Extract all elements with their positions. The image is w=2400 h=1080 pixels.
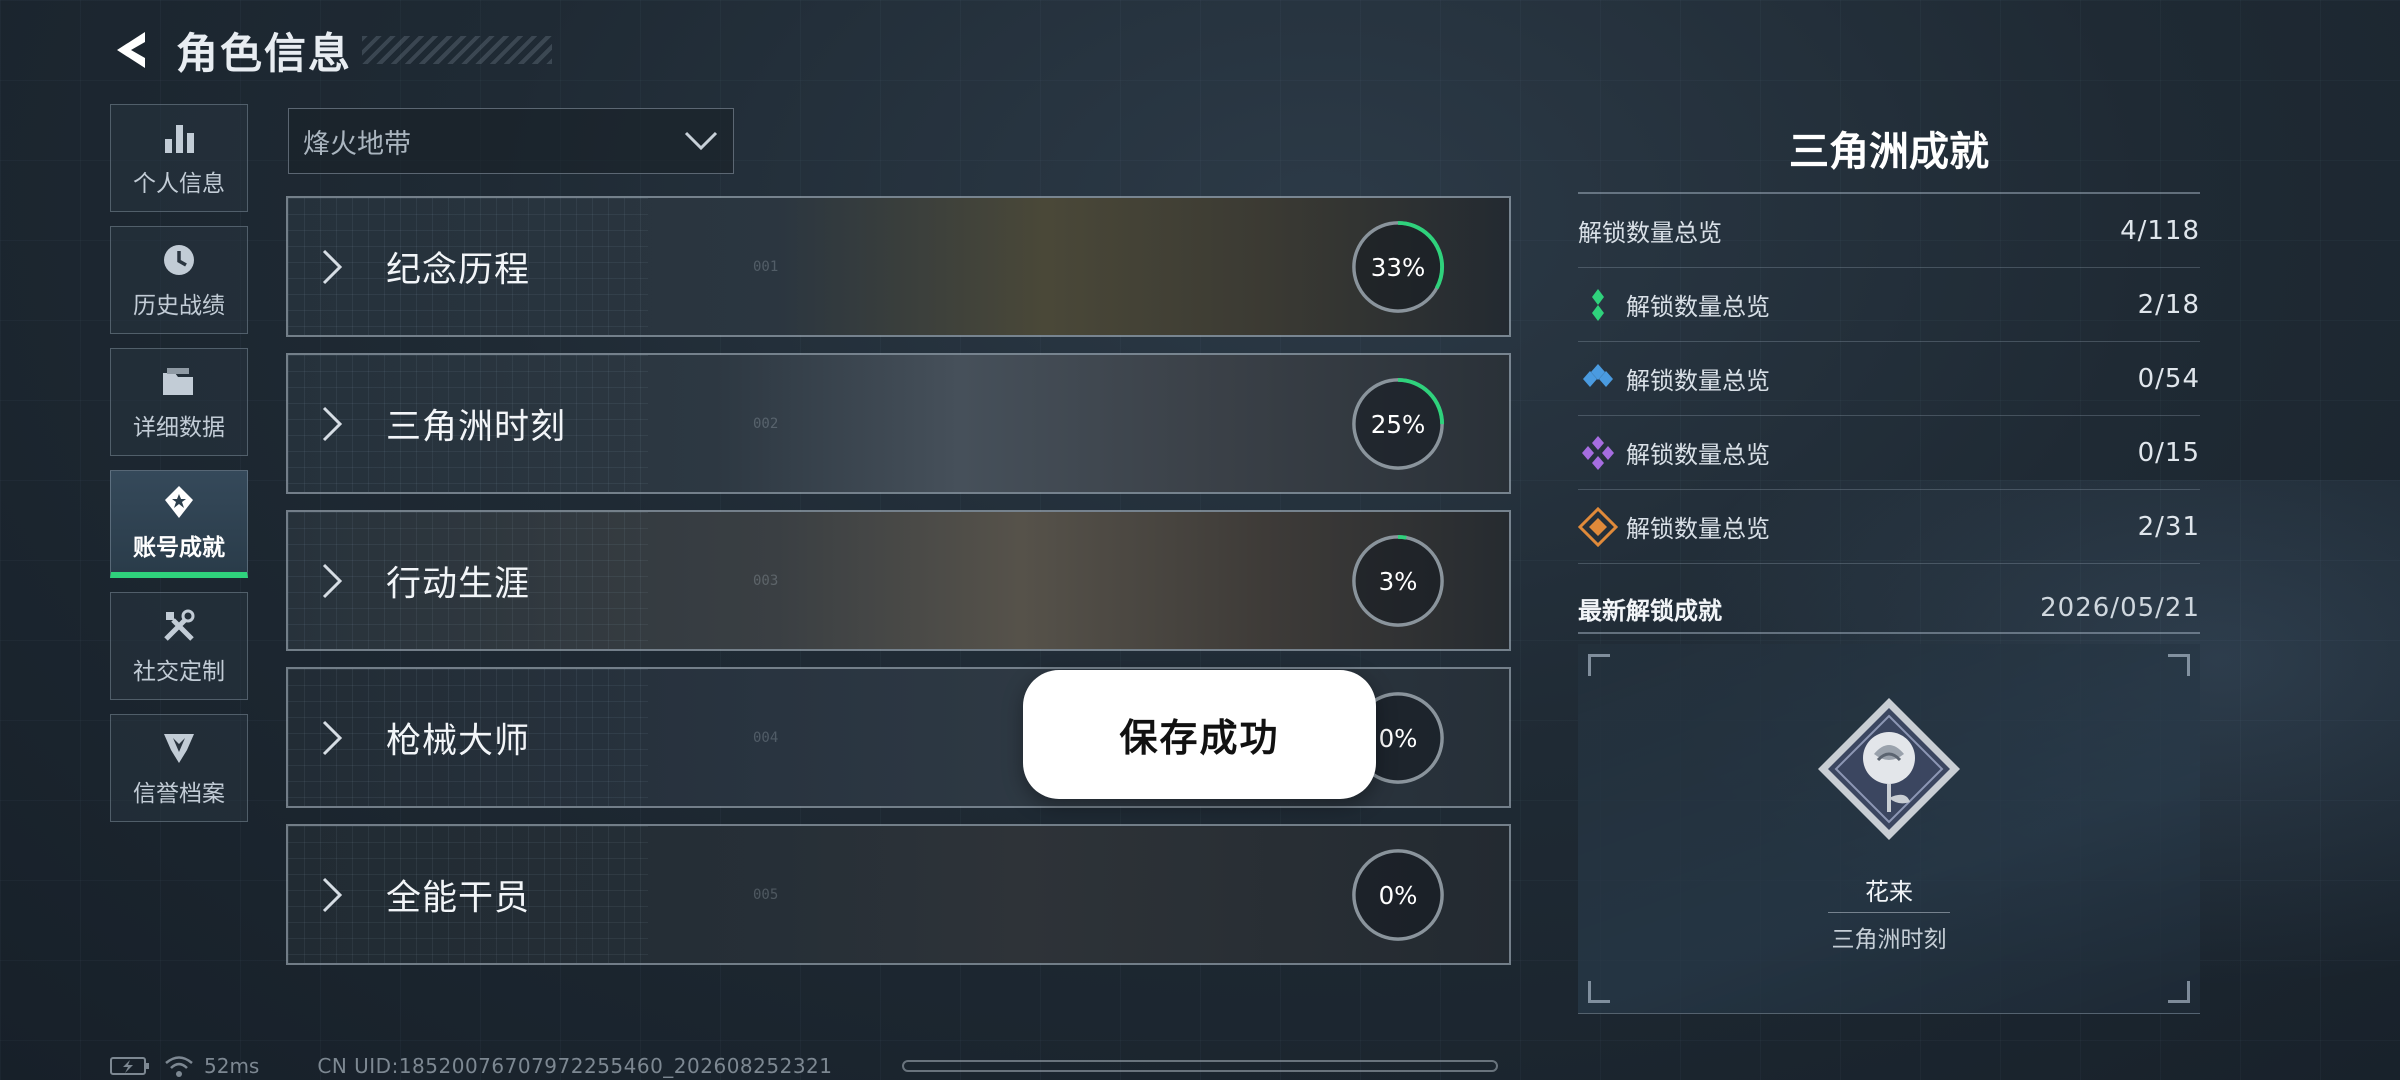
tier-row: 解锁数量总览 0/15 (1578, 416, 2200, 490)
clock-icon (159, 240, 199, 280)
back-button[interactable] (108, 27, 154, 73)
achievement-category: 三角洲时刻 (1831, 927, 1947, 953)
sidebar-item-social[interactable]: 社交定制 (110, 592, 248, 700)
category-number: 001 (753, 258, 779, 275)
ping-text: 52ms (204, 1054, 260, 1078)
category-row[interactable]: 全能干员 005 0% (286, 824, 1511, 965)
toast-text: 保存成功 (1119, 716, 1280, 760)
frame-corner (1588, 654, 1610, 676)
divider (1828, 912, 1950, 913)
sidebar-item-label: 详细数据 (133, 415, 225, 441)
tier-green-icon (1592, 288, 1604, 321)
mode-select[interactable]: 烽火地带 (288, 108, 734, 174)
progress-ring: 25% (1351, 377, 1445, 470)
bar-chart-icon (159, 118, 199, 158)
shield-emblem-icon (159, 728, 199, 768)
chevron-right-icon (322, 877, 343, 912)
sidebar-item-label: 历史战绩 (133, 293, 225, 319)
tier-blue-icon (1583, 363, 1613, 387)
page-title: 角色信息 (176, 28, 353, 78)
category-label: 行动生涯 (386, 564, 531, 604)
category-label: 纪念历程 (386, 250, 531, 290)
frame-corner (2168, 981, 2190, 1003)
category-label: 全能干员 (386, 878, 531, 918)
tier-row: 解锁数量总览 2/18 (1578, 268, 2200, 342)
tier-value: 2/18 (2137, 289, 2200, 320)
tier-value: 0/15 (2137, 437, 2200, 468)
tier-row: 解锁数量总览 2/31 (1578, 490, 2200, 564)
progress-ring: 33% (1351, 220, 1445, 313)
category-number: 002 (753, 415, 779, 432)
category-number: 005 (753, 886, 779, 903)
chevron-right-icon (322, 406, 343, 441)
latest-achievement-card[interactable]: 花来 三角洲时刻 (1578, 644, 2200, 1014)
tier-label: 解锁数量总览 (1626, 367, 1770, 395)
achievement-name: 花来 (1865, 878, 1913, 906)
tier-label: 解锁数量总览 (1626, 293, 1770, 321)
latest-label: 最新解锁成就 (1578, 596, 1722, 625)
tier-label: 解锁数量总览 (1626, 515, 1770, 543)
chevron-right-icon (322, 563, 343, 598)
sidebar: 个人信息 历史战绩 详细数据 账号成就 社交定制 信誉档案 (110, 104, 248, 836)
progress-text: 25% (1371, 409, 1425, 438)
status-bar: 52ms CN UID:1852007670797225546​0_202608… (110, 1052, 833, 1080)
panel-title: 三角洲成就 (1789, 129, 1989, 175)
rose-badge-icon (1818, 698, 1960, 840)
progress-text: 33% (1371, 252, 1425, 281)
back-arrow-icon (117, 32, 145, 68)
sidebar-item-reputation[interactable]: 信誉档案 (110, 714, 248, 822)
battery-charging-icon (110, 1057, 149, 1075)
horizontal-scrollbar[interactable] (902, 1060, 1498, 1072)
summary-row: 解锁数量总览 4/118 (1578, 194, 2200, 268)
uid-text: CN UID:1852007670797225546​0_20260825232… (317, 1054, 833, 1078)
summary-label: 解锁数量总览 (1578, 219, 1722, 247)
frame-corner (2168, 654, 2190, 676)
tier-orange-icon (1578, 506, 1618, 547)
progress-ring: 3% (1351, 534, 1445, 627)
sidebar-item-achievements[interactable]: 账号成就 (110, 470, 248, 578)
latest-date: 2026/05/21 (2040, 593, 2200, 623)
sidebar-item-label: 个人信息 (133, 171, 225, 197)
sidebar-item-history[interactable]: 历史战绩 (110, 226, 248, 334)
sidebar-item-detailed-data[interactable]: 详细数据 (110, 348, 248, 456)
mode-select-value: 烽火地带 (303, 128, 411, 160)
achievement-summary-panel: 三角洲成就 解锁数量总览 4/118 解锁数量总览 2/18 解锁数量总览 0/… (1578, 120, 2200, 1014)
summary-value: 4/118 (2120, 215, 2200, 246)
progress-text: 0% (1379, 880, 1418, 909)
tools-icon (159, 606, 199, 646)
tier-value: 0/54 (2137, 363, 2200, 394)
chevron-right-icon (322, 249, 343, 284)
sidebar-item-label: 社交定制 (133, 659, 225, 685)
divider (1578, 632, 2200, 634)
sidebar-item-personal-info[interactable]: 个人信息 (110, 104, 248, 212)
category-row[interactable]: 三角洲时刻 002 25% (286, 353, 1511, 494)
achievement-badge-icon (159, 482, 199, 522)
category-number: 004 (753, 729, 779, 746)
sidebar-item-label: 账号成就 (133, 534, 225, 561)
chevron-down-icon (684, 131, 718, 151)
category-label: 枪械大师 (386, 721, 531, 761)
category-row[interactable]: 纪念历程 001 33% (286, 196, 1511, 337)
category-label: 三角洲时刻 (386, 407, 567, 447)
save-success-toast: 保存成功 (1023, 670, 1376, 799)
tier-label: 解锁数量总览 (1626, 441, 1770, 469)
wifi-icon (165, 1056, 193, 1077)
sidebar-item-label: 信誉档案 (133, 781, 225, 807)
category-number: 003 (753, 572, 779, 589)
title-decoration (362, 36, 553, 64)
achievement-category-list: 纪念历程 001 33% 三角洲时刻 002 25% 行动生涯 003 3% 枪… (286, 196, 1511, 981)
folder-icon (159, 362, 199, 402)
header: 角色信息 (108, 22, 553, 78)
chevron-right-icon (322, 720, 343, 755)
progress-text: 0% (1379, 723, 1418, 752)
frame-corner (1588, 981, 1610, 1003)
tier-purple-icon (1582, 435, 1614, 470)
progress-ring: 0% (1352, 848, 1444, 941)
tier-value: 2/31 (2137, 511, 2200, 542)
latest-achievement-header: 最新解锁成就 2026/05/21 (1578, 584, 2200, 632)
progress-text: 3% (1379, 566, 1418, 595)
tier-row: 解锁数量总览 0/54 (1578, 342, 2200, 416)
category-row[interactable]: 行动生涯 003 3% (286, 510, 1511, 651)
